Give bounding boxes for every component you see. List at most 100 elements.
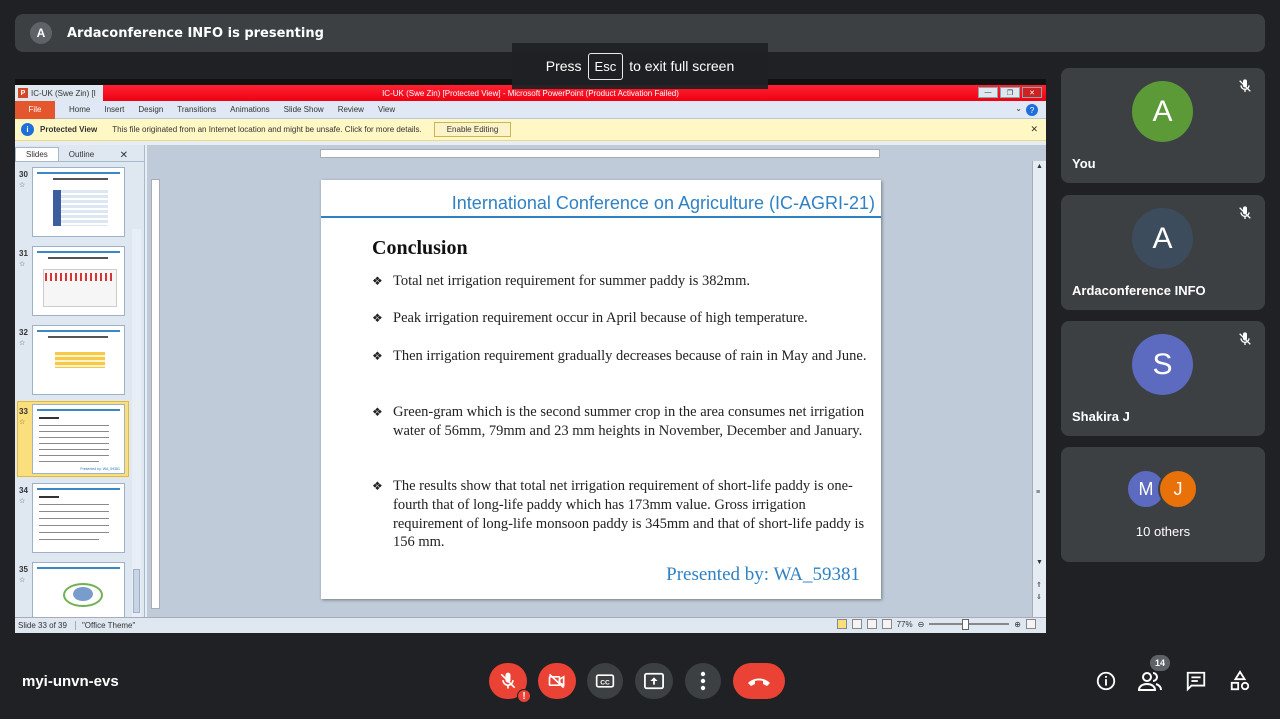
thumbs-scroll-thumb[interactable] xyxy=(133,569,140,613)
sorter-view-icon[interactable] xyxy=(851,619,862,629)
ribbon-tabs: File Home Insert Design Transitions Anim… xyxy=(15,100,1046,119)
normal-view-icon[interactable] xyxy=(836,619,847,629)
slide-thumbnail-35[interactable] xyxy=(32,562,125,617)
ribbon-tab-view[interactable]: View xyxy=(378,105,395,114)
editor-scrollbar[interactable]: ▲ ≡ ▼ ⇑ ⇓ xyxy=(1032,161,1046,617)
warning-icon: ! xyxy=(517,689,531,703)
shared-screen: P IC-UK (Swe Zin) [I IC-UK (Swe Zin) [Pro… xyxy=(15,79,1046,633)
fullscreen-toast: Press Esc to exit full screen xyxy=(512,43,768,89)
thumb-number: 35 xyxy=(19,565,28,574)
thumb-number: 30 xyxy=(19,170,28,179)
ribbon-tab-insert[interactable]: Insert xyxy=(104,105,124,114)
camera-toggle-button[interactable] xyxy=(538,663,576,699)
zoom-in-icon[interactable]: ⊕ xyxy=(1014,620,1021,629)
people-button[interactable] xyxy=(1138,668,1162,694)
slide-thumbnail-30[interactable] xyxy=(32,167,125,237)
ppt-taskbar-tab[interactable]: P IC-UK (Swe Zin) [I xyxy=(15,85,103,101)
reading-view-icon[interactable] xyxy=(866,619,877,629)
participant-name: Shakira J xyxy=(1072,409,1130,424)
scroll-down-icon[interactable]: ▼ xyxy=(1036,559,1043,566)
transition-star-icon: ☆ xyxy=(19,182,26,189)
info-icon xyxy=(1096,671,1116,691)
thumbs-scrollbar[interactable] xyxy=(132,229,141,633)
bullet-2: Peak irrigation requirement occur in Apr… xyxy=(372,309,867,328)
window-controls: — ❐ ✕ xyxy=(978,87,1042,98)
zoom-level[interactable]: 77% xyxy=(897,620,913,629)
ribbon-tab-transitions[interactable]: Transitions xyxy=(177,105,216,114)
vertical-ruler xyxy=(151,179,160,609)
tab-outline[interactable]: Outline xyxy=(59,148,104,161)
enable-editing-button[interactable]: Enable Editing xyxy=(433,122,512,137)
current-slide: International Conference on Agriculture … xyxy=(321,180,881,599)
close-bar-icon[interactable]: ✕ xyxy=(1030,124,1038,135)
ribbon-tab-design[interactable]: Design xyxy=(138,105,163,114)
mic-off-icon xyxy=(1239,206,1251,219)
ribbon-tab-home[interactable]: Home xyxy=(69,105,90,114)
file-tab[interactable]: File xyxy=(15,100,55,119)
ribbon-collapse-icon[interactable]: ⌄ xyxy=(1015,104,1022,113)
meeting-details-button[interactable] xyxy=(1094,668,1118,694)
present-screen-icon xyxy=(644,672,664,690)
zoom-out-icon[interactable]: ⊖ xyxy=(918,620,925,629)
ribbon-tab-animations[interactable]: Animations xyxy=(230,105,270,114)
camera-off-icon xyxy=(548,673,565,689)
thumb-number: 31 xyxy=(19,249,28,258)
captions-button[interactable]: CC xyxy=(587,663,623,699)
present-button[interactable] xyxy=(635,663,673,699)
minimize-icon[interactable]: — xyxy=(978,87,998,98)
slide-header-line xyxy=(321,216,881,218)
zoom-controls: 77% ⊖ ⊕ xyxy=(836,619,1036,630)
thumb-number: 33 xyxy=(19,407,28,416)
participant-tile-you[interactable]: A You xyxy=(1061,68,1265,183)
presenter-avatar: A xyxy=(30,22,52,44)
slide-thumbnail-31[interactable] xyxy=(32,246,125,316)
protected-view-message[interactable]: This file originated from an Internet lo… xyxy=(112,125,422,134)
meet-window: A Ardaconference INFO is presenting P IC-… xyxy=(0,0,1280,719)
people-icon xyxy=(1138,672,1162,691)
help-icon[interactable]: ? xyxy=(1026,104,1038,116)
tab-slides[interactable]: Slides xyxy=(15,147,59,161)
slide-thumbnail-34[interactable] xyxy=(32,483,125,553)
slide-thumbnail-32[interactable] xyxy=(32,325,125,395)
svg-text:CC: CC xyxy=(600,679,610,686)
avatar: A xyxy=(1132,81,1193,142)
slide-presenter: Presented by: WA_59381 xyxy=(666,564,860,585)
ppt-tab-label: IC-UK (Swe Zin) [I xyxy=(31,88,96,98)
info-icon: i xyxy=(21,123,34,136)
slide-edit-area: ▲ ≡ ▼ ⇑ ⇓ International Conference on Ag… xyxy=(147,145,1046,617)
transition-star-icon: ☆ xyxy=(19,498,26,505)
bullet-3: Then irrigation requirement gradually de… xyxy=(372,347,867,366)
leave-call-button[interactable] xyxy=(733,663,785,699)
close-icon[interactable]: ✕ xyxy=(1022,87,1042,98)
next-slide-icon[interactable]: ⇓ xyxy=(1036,593,1042,601)
scroll-thumb-icon[interactable]: ≡ xyxy=(1036,489,1040,496)
transition-star-icon: ☆ xyxy=(19,419,26,426)
chat-button[interactable] xyxy=(1184,668,1208,694)
others-tile[interactable]: M J 10 others xyxy=(1061,447,1265,562)
close-pane-icon[interactable]: ✕ xyxy=(110,148,138,163)
ribbon-tab-slideshow[interactable]: Slide Show xyxy=(284,105,324,114)
mic-toggle-button[interactable]: ! xyxy=(489,663,531,703)
prev-slide-icon[interactable]: ⇑ xyxy=(1036,581,1042,589)
more-options-button[interactable] xyxy=(685,663,721,699)
participant-tile-ardaconference[interactable]: A Ardaconference INFO xyxy=(1061,195,1265,310)
bullet-4: Green-gram which is the second summer cr… xyxy=(372,403,867,441)
restore-icon[interactable]: ❐ xyxy=(1000,87,1020,98)
participant-name: You xyxy=(1072,156,1096,171)
fit-slide-icon[interactable] xyxy=(1026,619,1036,629)
slide-thumbnail-33[interactable]: Presented by: WA_59381 xyxy=(32,404,125,474)
slide-counter: Slide 33 of 39 xyxy=(18,621,67,630)
others-label: 10 others xyxy=(1135,524,1191,539)
slideshow-view-icon[interactable] xyxy=(881,619,892,629)
activities-button[interactable] xyxy=(1228,668,1252,694)
zoom-slider[interactable] xyxy=(929,619,1010,630)
scroll-up-icon[interactable]: ▲ xyxy=(1036,163,1043,170)
esc-key: Esc xyxy=(587,52,624,80)
activities-icon xyxy=(1230,670,1250,691)
meeting-code: myi-unvn-evs xyxy=(22,673,119,690)
presenter-text: Ardaconference INFO is presenting xyxy=(67,25,324,41)
ribbon-tab-review[interactable]: Review xyxy=(338,105,364,114)
transition-star-icon: ☆ xyxy=(19,577,26,584)
theme-name: "Office Theme" xyxy=(74,621,135,630)
participant-tile-shakira[interactable]: S Shakira J xyxy=(1061,321,1265,436)
